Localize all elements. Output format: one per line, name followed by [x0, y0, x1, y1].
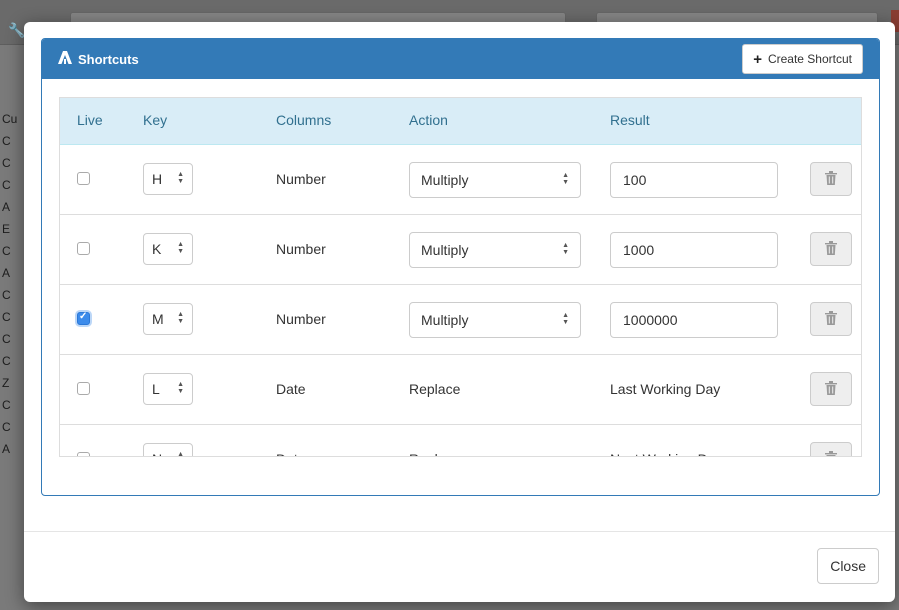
background-list-item: C [2, 178, 11, 192]
background-list-item: Cu [2, 112, 18, 126]
background-list-item: A [2, 266, 11, 280]
action-text: Replace [409, 451, 460, 456]
key-select[interactable]: K ▲ ▼ [143, 233, 193, 265]
updown-arrows-icon: ▲▼ [177, 171, 184, 186]
table-row: N ▲▼ Date Replace Next Working Day [60, 425, 861, 457]
result-input[interactable] [610, 162, 778, 198]
column-name: Date [276, 381, 306, 397]
delete-button[interactable] [810, 302, 852, 336]
panel-heading: Shortcuts + Create Shortcut [42, 39, 879, 79]
table-body: H ▲▼ Number Multiply ▲▼ K ▲▼ Number Multiply ▲▼ M ▲… [60, 145, 861, 457]
create-shortcut-label: Create Shortcut [767, 52, 852, 66]
background-list-item: C [2, 354, 11, 368]
plus-icon: + [753, 50, 762, 68]
live-checkbox[interactable] [77, 242, 90, 255]
background-list-item: C [2, 420, 11, 434]
table-row: H ▲ ▼ Number Multiply ▲ ▼ [60, 145, 861, 215]
result-input[interactable] [610, 232, 778, 268]
background-list-item: C [2, 156, 11, 170]
updown-arrows-icon: ▲▼ [177, 451, 184, 457]
key-value: K [152, 241, 162, 257]
close-button[interactable]: Close [817, 548, 879, 584]
live-checkbox[interactable] [77, 172, 90, 185]
background-list-item: C [2, 288, 11, 302]
key-select[interactable]: M ▲ ▼ [143, 303, 193, 335]
delete-button[interactable] [810, 372, 852, 406]
trash-icon [825, 240, 837, 258]
delete-button[interactable] [810, 162, 852, 196]
result-text: Last Working Day [610, 381, 721, 397]
updown-arrows-icon: ▲▼ [562, 172, 569, 187]
background-list-item: C [2, 134, 11, 148]
background-list-item: A [2, 200, 11, 214]
column-name: Number [276, 241, 326, 257]
header-live: Live [77, 112, 103, 128]
panel-title: Shortcuts [58, 51, 139, 68]
shortcuts-table[interactable]: Live Key Columns Action Result H ▲ ▼ Number… [59, 97, 862, 457]
live-checkbox[interactable] [77, 311, 90, 325]
action-select[interactable]: Multiply ▲ ▼ [409, 162, 581, 198]
background-list-item: A [2, 442, 11, 456]
background-list-item: Z [2, 376, 10, 390]
updown-arrows-icon: ▲▼ [177, 241, 184, 256]
background-list-item: C [2, 332, 11, 346]
header-result: Result [610, 112, 650, 128]
action-value: Multiply [421, 312, 469, 328]
key-value: N [152, 451, 162, 456]
action-text: Replace [409, 381, 461, 397]
table-row: L ▲ ▼ Date Replace Last Working Day [60, 355, 861, 425]
trash-icon [825, 380, 837, 398]
updown-arrows-icon: ▲▼ [177, 311, 184, 326]
action-select[interactable]: Multiply ▲ ▼ [409, 302, 581, 338]
action-select[interactable]: Multiply ▲ ▼ [409, 232, 581, 268]
header-columns: Columns [276, 112, 332, 128]
result-input[interactable] [610, 302, 778, 338]
table-row: K ▲ ▼ Number Multiply ▲ ▼ [60, 215, 861, 285]
table-row: M ▲▼ Number Multiply ▲▼ [60, 285, 861, 355]
shortcuts-panel: Shortcuts + Create Shortcut Live Key Col… [41, 38, 880, 496]
action-value: Multiply [421, 172, 469, 188]
create-shortcut-button[interactable]: + Create Shortcut [742, 44, 863, 74]
result-text: Next Working Day [610, 451, 723, 456]
background-list-item: E [2, 222, 11, 236]
column-name: Number [276, 171, 326, 187]
trash-icon [825, 310, 837, 328]
key-select[interactable]: L ▲ ▼ [143, 373, 193, 405]
background-list-item: C [2, 398, 11, 412]
background-list-item: C [2, 244, 11, 258]
key-select[interactable]: N ▲▼ [143, 443, 193, 457]
modal-footer-divider [24, 531, 895, 532]
table-header: Live Key Columns Action Result [60, 98, 861, 145]
shortcuts-modal: Shortcuts + Create Shortcut Live Key Col… [24, 22, 895, 602]
key-value: H [152, 171, 163, 187]
action-value: Multiply [421, 242, 469, 258]
wrench-icon: 🔧 [8, 22, 26, 38]
updown-arrows-icon: ▲▼ [562, 242, 569, 257]
live-checkbox[interactable] [77, 382, 90, 395]
panel-title-text: Shortcuts [78, 52, 139, 67]
column-name: Date [276, 451, 306, 456]
trash-icon [825, 170, 837, 188]
updown-arrows-icon: ▲▼ [562, 312, 569, 327]
live-checkbox[interactable] [77, 452, 90, 456]
header-key: Key [143, 112, 168, 128]
delete-button[interactable] [810, 442, 852, 456]
key-select[interactable]: H ▲ ▼ [143, 163, 193, 195]
delete-button[interactable] [810, 232, 852, 266]
brand-a-icon [58, 51, 72, 68]
background-list-item: C [2, 310, 11, 324]
column-name: Number [276, 311, 326, 327]
key-value: M [152, 311, 164, 327]
header-action: Action [409, 112, 448, 128]
trash-icon [825, 450, 837, 456]
key-value: L [152, 381, 160, 397]
background-list: Cu C C C A E C A C C C C Z C C A [0, 108, 26, 460]
updown-arrows-icon: ▲▼ [177, 381, 184, 396]
